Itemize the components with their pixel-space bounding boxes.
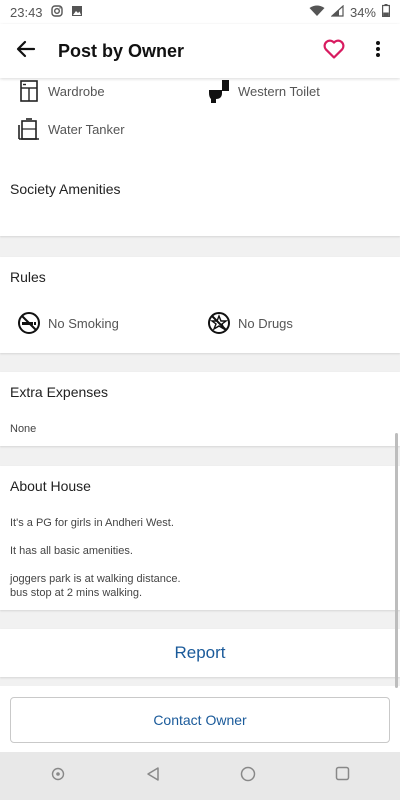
amenities-card: Wardrobe Western Toilet Water Tanker Soc… — [0, 78, 400, 236]
no-smoking-icon — [16, 310, 42, 336]
detail-content[interactable]: Wardrobe Western Toilet Water Tanker Soc… — [0, 78, 400, 752]
contact-owner-button[interactable]: Contact Owner — [10, 697, 390, 743]
rule-label: No Smoking — [48, 315, 119, 331]
amenity-western-toilet: Western Toilet — [206, 78, 320, 104]
amenity-wardrobe: Wardrobe — [16, 78, 105, 104]
status-bar: 23:43 34% — [0, 0, 400, 24]
amenity-water-tanker: Water Tanker — [16, 116, 125, 142]
nav-home-button[interactable] — [228, 756, 268, 796]
wardrobe-icon — [16, 78, 42, 104]
app-bar: Post by Owner — [0, 24, 400, 78]
instagram-icon — [50, 4, 63, 20]
no-drugs-icon — [206, 310, 232, 336]
battery-percent: 34% — [349, 4, 376, 20]
about-house-card: About House It's a PG for girls in Andhe… — [0, 466, 400, 610]
battery-icon — [382, 4, 391, 20]
gallery-icon — [71, 5, 83, 20]
rule-no-smoking: No Smoking — [16, 310, 119, 336]
assistant-button[interactable] — [38, 756, 78, 796]
signal-icon — [330, 4, 344, 20]
toilet-icon — [206, 78, 232, 104]
rules-card: Rules No Smoking No Drugs — [0, 257, 400, 353]
triangle-back-icon — [145, 766, 161, 787]
more-vert-icon — [375, 40, 381, 63]
about-house-line: It's a PG for girls in Andheri West. — [10, 517, 174, 529]
society-amenities-title: Society Amenities — [10, 181, 121, 197]
scrollbar[interactable] — [395, 433, 398, 688]
extra-expenses-title: Extra Expenses — [10, 384, 109, 400]
rules-title: Rules — [10, 269, 46, 285]
heart-icon — [323, 39, 345, 64]
nav-recents-button[interactable] — [323, 756, 363, 796]
circle-home-icon — [240, 766, 256, 787]
page-title: Post by Owner — [58, 40, 185, 61]
rule-no-drugs: No Drugs — [206, 310, 293, 336]
assistant-dot-icon — [51, 767, 65, 786]
extra-expenses-value: None — [10, 423, 37, 435]
amenity-label: Western Toilet — [238, 83, 320, 99]
about-house-line: joggers park is at walking distance. — [10, 573, 181, 585]
wifi-icon — [309, 5, 325, 20]
square-recents-icon — [335, 766, 350, 786]
amenity-label: Wardrobe — [48, 83, 105, 99]
favorite-button[interactable] — [312, 24, 356, 78]
back-button[interactable] — [0, 24, 52, 78]
about-house-line: bus stop at 2 mins walking. — [10, 587, 143, 599]
water-tanker-icon — [16, 116, 42, 142]
status-time: 23:43 — [10, 4, 43, 20]
about-house-title: About House — [10, 478, 91, 494]
amenity-label: Water Tanker — [48, 121, 125, 137]
rule-label: No Drugs — [238, 315, 293, 331]
report-button[interactable]: Report — [0, 629, 400, 677]
arrow-back-icon — [16, 39, 36, 64]
extra-expenses-card: Extra Expenses None — [0, 372, 400, 446]
more-options-button[interactable] — [356, 24, 400, 78]
nav-back-button[interactable] — [133, 756, 173, 796]
bottom-action-area: Contact Owner — [0, 686, 400, 752]
system-nav-bar — [0, 752, 400, 800]
about-house-line: It has all basic amenities. — [10, 545, 133, 557]
